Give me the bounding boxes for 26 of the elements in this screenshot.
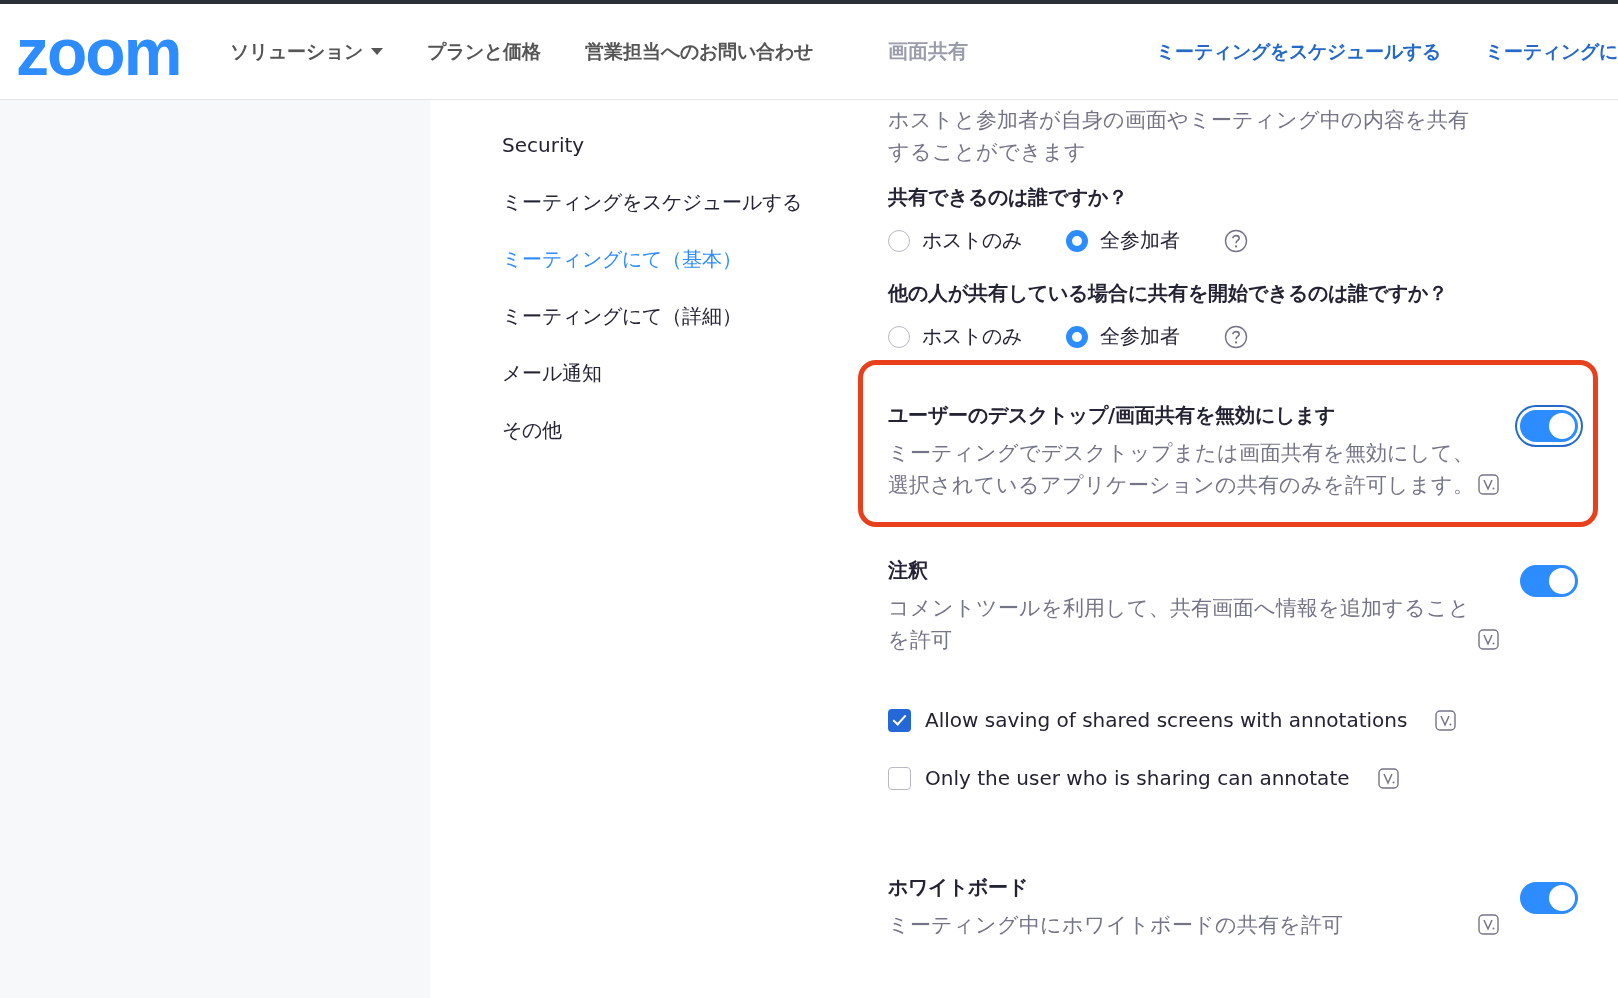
settings-menu-item[interactable]: ミーティングをスケジュールする [502,189,888,216]
settings-menu-item[interactable]: ミーティングにて（詳細） [502,303,888,330]
setting-description: コメントツールを利用して、共有画面へ情報を追加することを許可 [888,595,1471,654]
nav-link[interactable]: ソリューション [230,38,384,65]
checkbox-label[interactable]: Only the user who is sharing can annotate [925,766,1350,790]
radio-label[interactable]: 全参加者 [1100,227,1180,254]
setting-title: 注釈 [888,558,929,584]
setting-description: ホストと参加者が自身の画面やミーティング中の内容を共有することができます [888,107,1470,166]
section-title: 画面共有 [888,38,968,65]
setting-title: ユーザーのデスクトップ/画面共有を無効にします [888,403,1337,429]
setting-question: 他の人が共有している場合に共有を開始できるのは誰ですか？ [888,281,1449,307]
setting-title: ホワイトボード [888,875,1029,901]
setting-question: 共有できるのは誰ですか？ [888,185,1129,211]
nav-link[interactable]: プランと価格 [427,38,542,65]
settings-menu-item[interactable]: Security [502,132,888,159]
settings-menu-item[interactable]: メール通知 [502,360,888,387]
radio-label[interactable]: 全参加者 [1100,323,1180,350]
header-link[interactable]: ミーティングをスケジュールする [1156,38,1441,65]
setting-description: ミーティング中にホワイトボードの共有を許可 [888,912,1344,939]
settings-menu-item[interactable]: その他 [502,417,888,444]
nav-link[interactable]: 営業担当へのお問い合わせ [585,38,814,65]
checkbox-label[interactable]: Allow saving of shared screens with annotations [925,708,1408,732]
radio-label[interactable]: ホストのみ [922,323,1022,350]
header-link[interactable]: ミーティングに [1485,38,1618,65]
radio-label[interactable]: ホストのみ [922,227,1022,254]
setting-description: ミーティングでデスクトップまたは画面共有を無効にして、選択されているアプリケーションの共有のみを許可します。 [888,440,1475,499]
